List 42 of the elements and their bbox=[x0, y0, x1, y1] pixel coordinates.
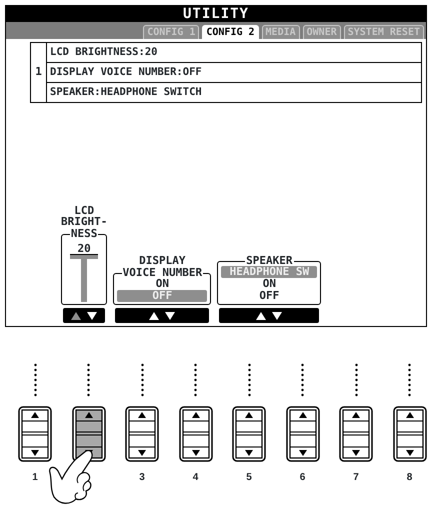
option-item[interactable]: OFF bbox=[221, 290, 318, 302]
button-number: 6 bbox=[300, 471, 306, 485]
dotted-line bbox=[87, 363, 90, 397]
dotted-line bbox=[408, 363, 411, 397]
button-number: 3 bbox=[139, 471, 145, 485]
button-number: 5 bbox=[246, 471, 252, 485]
list-number: 1 bbox=[31, 43, 47, 102]
arrow-buttons[interactable] bbox=[115, 308, 210, 323]
control-label: BRIGHT- bbox=[61, 216, 108, 227]
up-down-button[interactable] bbox=[232, 406, 266, 462]
control-label: DISPLAY bbox=[139, 255, 186, 266]
up-down-button[interactable] bbox=[286, 406, 320, 462]
up-down-button[interactable] bbox=[72, 406, 106, 462]
tab[interactable]: CONFIG 2 bbox=[202, 25, 259, 39]
list-item[interactable]: LCD BRIGHTNESS:20 bbox=[47, 43, 421, 63]
dotted-line bbox=[194, 363, 197, 397]
list-item[interactable]: SPEAKER:HEADPHONE SWITCH bbox=[47, 83, 421, 102]
dotted-line bbox=[354, 363, 358, 397]
up-down-button[interactable] bbox=[339, 406, 373, 462]
slider-value: 20 bbox=[76, 243, 92, 254]
up-down-button[interactable] bbox=[125, 406, 159, 462]
option-item[interactable]: ON bbox=[221, 278, 318, 290]
button-number: 1 bbox=[32, 471, 38, 485]
option-item[interactable]: ON bbox=[117, 278, 208, 290]
arrow-buttons[interactable] bbox=[63, 308, 106, 323]
up-down-button[interactable] bbox=[392, 406, 426, 462]
dotted-line bbox=[301, 363, 304, 397]
control-label: LCD bbox=[74, 205, 94, 216]
list-item[interactable]: DISPLAY VOICE NUMBER:OFF bbox=[47, 63, 421, 83]
screen-title: UTILITY bbox=[6, 6, 426, 22]
dotted-line bbox=[34, 363, 36, 397]
control-label: VOICE NUMBER bbox=[122, 267, 204, 278]
dotted-line bbox=[248, 363, 250, 397]
dotted-line bbox=[140, 363, 144, 397]
button-number: 7 bbox=[353, 471, 359, 485]
button-number: 4 bbox=[192, 471, 198, 485]
control-label: SPEAKER bbox=[245, 255, 294, 266]
up-down-button[interactable] bbox=[178, 406, 212, 462]
control-label: NESS bbox=[70, 228, 98, 239]
up-down-button[interactable] bbox=[18, 406, 52, 462]
arrow-buttons[interactable] bbox=[219, 308, 320, 323]
button-number: 8 bbox=[406, 471, 412, 485]
